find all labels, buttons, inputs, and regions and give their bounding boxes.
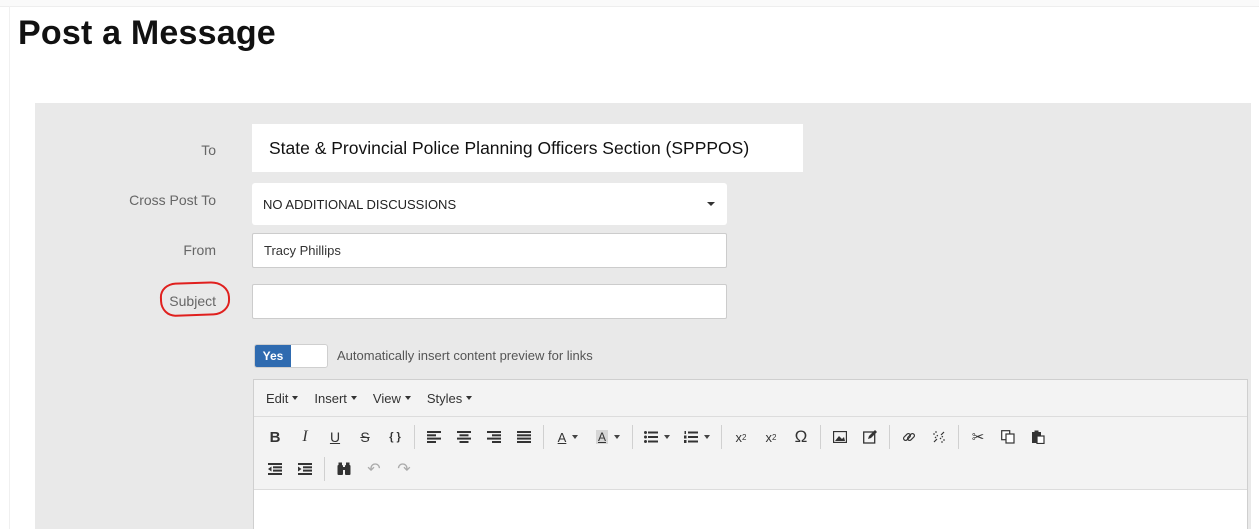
align-right-icon[interactable] xyxy=(481,424,507,450)
caret-down-icon xyxy=(614,435,620,439)
cut-icon[interactable]: ✂ xyxy=(965,424,991,450)
caret-down-icon xyxy=(466,396,473,400)
from-field[interactable]: Tracy Phillips xyxy=(252,233,727,268)
menu-styles-label: Styles xyxy=(426,390,463,406)
menu-view[interactable]: View xyxy=(373,391,411,406)
toolbar-separator xyxy=(414,425,415,449)
link-preview-toggle[interactable]: Yes xyxy=(254,344,328,368)
edit-image-icon[interactable] xyxy=(857,424,883,450)
editor-toolbar: B I U S { } A A x 2 x 2 Ω ✂ ↶ ↷ xyxy=(254,417,1247,490)
toolbar-separator xyxy=(721,425,722,449)
redo-icon[interactable]: ↷ xyxy=(391,456,417,482)
menu-insert[interactable]: Insert xyxy=(314,391,357,406)
subject-input[interactable] xyxy=(252,284,727,319)
background-color-icon[interactable]: A xyxy=(590,424,626,450)
editor-content-area[interactable] xyxy=(254,490,1247,530)
indent-icon[interactable] xyxy=(292,456,318,482)
outdent-icon[interactable] xyxy=(262,456,288,482)
toolbar-separator xyxy=(889,425,890,449)
cross-post-value: NO ADDITIONAL DISCUSSIONS xyxy=(263,196,457,212)
subscript-icon[interactable]: x2 xyxy=(728,424,754,450)
menu-view-label: View xyxy=(372,390,401,406)
bold-icon[interactable]: B xyxy=(262,424,288,450)
text-color-icon[interactable]: A xyxy=(550,424,586,450)
annotation-circle xyxy=(159,280,231,318)
link-icon[interactable] xyxy=(896,424,922,450)
page-title: Post a Message xyxy=(18,14,276,52)
toolbar-separator xyxy=(632,425,633,449)
menu-insert-label: Insert xyxy=(314,390,347,406)
caret-down-icon xyxy=(707,202,715,206)
link-preview-label: Automatically insert content preview for… xyxy=(337,348,593,363)
caret-down-icon xyxy=(350,396,357,400)
caret-down-icon xyxy=(572,435,579,439)
find-icon[interactable] xyxy=(331,456,357,482)
align-left-icon[interactable] xyxy=(421,424,447,450)
toolbar-separator xyxy=(324,457,325,481)
rich-text-editor: Edit Insert View Styles B I U S { } A A … xyxy=(253,379,1248,530)
cross-post-label: Cross Post To xyxy=(129,192,216,208)
underline-icon[interactable]: U xyxy=(322,424,348,450)
to-value: State & Provincial Police Planning Offic… xyxy=(269,137,750,158)
toolbar-separator xyxy=(958,425,959,449)
top-border xyxy=(0,0,1259,7)
from-label: From xyxy=(183,242,216,258)
toolbar-separator xyxy=(543,425,544,449)
menu-edit[interactable]: Edit xyxy=(266,390,299,406)
source-code-icon[interactable]: { } xyxy=(382,424,408,450)
align-center-icon[interactable] xyxy=(451,424,477,450)
menu-styles[interactable]: Styles xyxy=(426,390,473,406)
superscript-icon[interactable]: x2 xyxy=(758,424,784,450)
menu-edit-label: Edit xyxy=(266,390,289,406)
undo-icon[interactable]: ↶ xyxy=(361,456,387,482)
toggle-on-state: Yes xyxy=(255,345,291,367)
left-border xyxy=(9,6,10,529)
message-form: To State & Provincial Police Planning Of… xyxy=(35,103,1251,530)
cross-post-select[interactable]: NO ADDITIONAL DISCUSSIONS xyxy=(252,183,727,225)
to-label: To xyxy=(201,142,216,158)
numbered-list-icon[interactable] xyxy=(679,424,715,450)
bullet-list-icon[interactable] xyxy=(639,424,675,450)
toolbar-separator xyxy=(820,425,821,449)
paste-icon[interactable] xyxy=(1025,424,1051,450)
caret-down-icon xyxy=(292,396,299,400)
caret-down-icon xyxy=(404,396,411,400)
caret-down-icon xyxy=(704,435,710,439)
align-justify-icon[interactable] xyxy=(511,424,537,450)
caret-down-icon xyxy=(664,435,670,439)
special-character-icon[interactable]: Ω xyxy=(788,424,814,450)
copy-icon[interactable] xyxy=(995,424,1021,450)
from-value: Tracy Phillips xyxy=(264,243,341,258)
editor-menubar: Edit Insert View Styles xyxy=(254,380,1247,417)
unlink-icon[interactable] xyxy=(926,424,952,450)
image-icon[interactable] xyxy=(827,424,853,450)
strikethrough-icon[interactable]: S xyxy=(352,424,378,450)
to-recipient: State & Provincial Police Planning Offic… xyxy=(252,124,803,172)
italic-icon[interactable]: I xyxy=(292,424,318,450)
